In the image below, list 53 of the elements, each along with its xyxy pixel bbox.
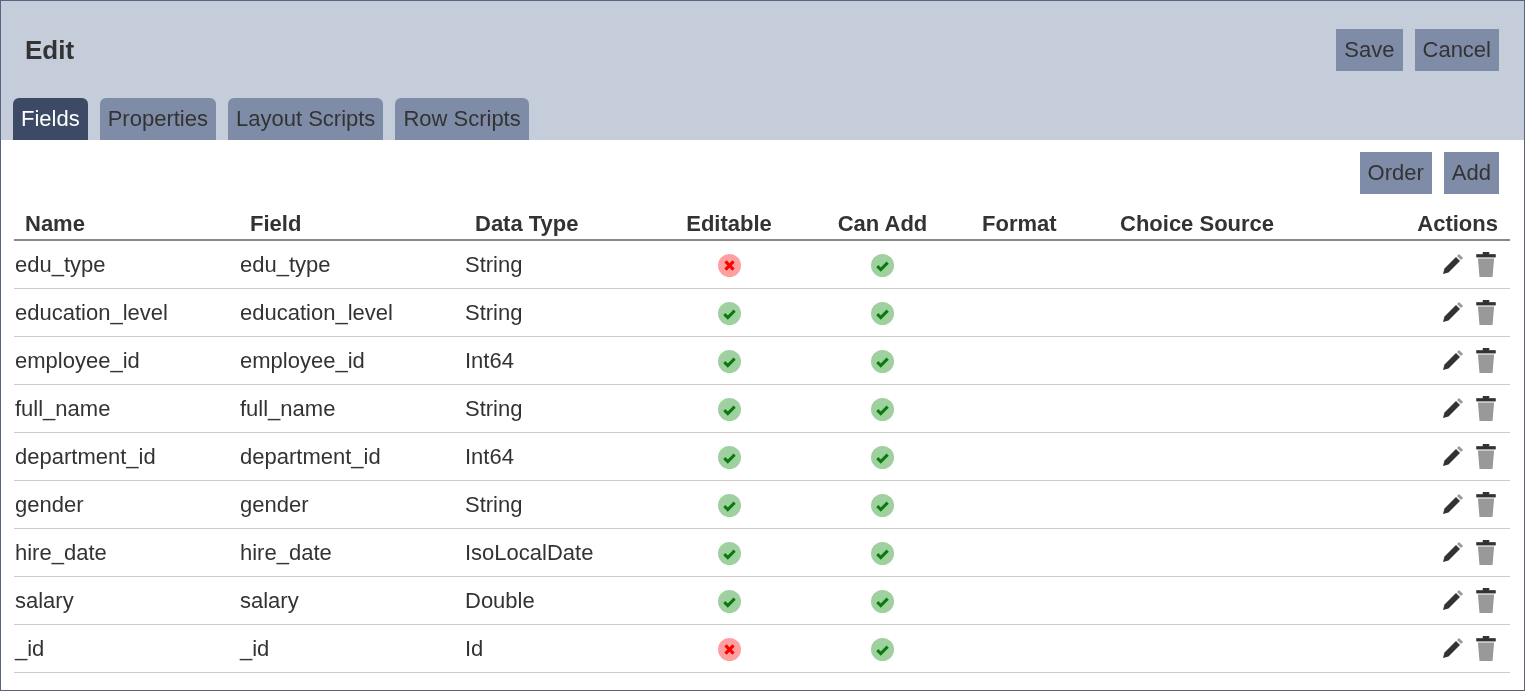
delete-icon[interactable] xyxy=(1474,252,1498,279)
table-cell: employee_id xyxy=(240,347,365,373)
delete-icon[interactable] xyxy=(1474,636,1498,663)
tab[interactable]: Fields xyxy=(13,98,88,140)
column-header: Editable xyxy=(686,210,772,236)
table-cell: education_level xyxy=(240,299,393,325)
table-cell: gender xyxy=(240,491,309,517)
add-button[interactable]: Add xyxy=(1443,152,1499,194)
tab[interactable]: Row Scripts xyxy=(395,98,529,140)
table-cell: String xyxy=(465,491,523,517)
table-cell: _id xyxy=(240,635,270,661)
table-cell: full_name xyxy=(15,395,111,421)
table-cell: hire_date xyxy=(240,539,332,565)
table-cell: edu_type xyxy=(240,251,331,277)
delete-icon[interactable] xyxy=(1474,444,1498,471)
table-cell: _id xyxy=(15,635,45,661)
column-header: Field xyxy=(250,210,302,236)
table-cell: department_id xyxy=(240,443,381,469)
column-header: Data Type xyxy=(475,210,579,236)
table-cell: Int64 xyxy=(465,443,514,469)
table-cell: hire_date xyxy=(15,539,107,565)
table-cell: employee_id xyxy=(15,347,140,373)
save-button[interactable]: Save xyxy=(1336,29,1403,71)
table-cell: gender xyxy=(15,491,84,517)
window-title: Edit xyxy=(25,34,75,66)
column-header: Choice Source xyxy=(1120,210,1275,236)
delete-icon[interactable] xyxy=(1474,300,1498,327)
table-cell: edu_type xyxy=(15,251,106,277)
order-button[interactable]: Order xyxy=(1359,152,1432,194)
table-cell: String xyxy=(465,395,523,421)
table-cell: IsoLocalDate xyxy=(465,539,594,565)
delete-icon[interactable] xyxy=(1474,588,1498,615)
tab[interactable]: Layout Scripts xyxy=(227,98,384,140)
delete-icon[interactable] xyxy=(1474,348,1498,375)
column-header: Actions xyxy=(1417,210,1498,236)
table-cell: String xyxy=(465,251,523,277)
cancel-button[interactable]: Cancel xyxy=(1414,29,1499,71)
column-header: Format xyxy=(982,210,1057,236)
table-cell: salary xyxy=(240,587,299,613)
delete-icon[interactable] xyxy=(1474,492,1498,519)
table-cell: String xyxy=(465,299,523,325)
column-header: Name xyxy=(25,210,85,236)
table-cell: Int64 xyxy=(465,347,514,373)
delete-icon[interactable] xyxy=(1474,540,1498,567)
table-cell: Double xyxy=(465,587,535,613)
table-cell: Id xyxy=(465,635,484,661)
column-header: Can Add xyxy=(837,210,928,236)
table-cell: department_id xyxy=(15,443,156,469)
table-cell: salary xyxy=(15,587,74,613)
delete-icon[interactable] xyxy=(1474,396,1498,423)
tab[interactable]: Properties xyxy=(99,98,216,140)
table-cell: full_name xyxy=(240,395,336,421)
table-cell: education_level xyxy=(15,299,168,325)
